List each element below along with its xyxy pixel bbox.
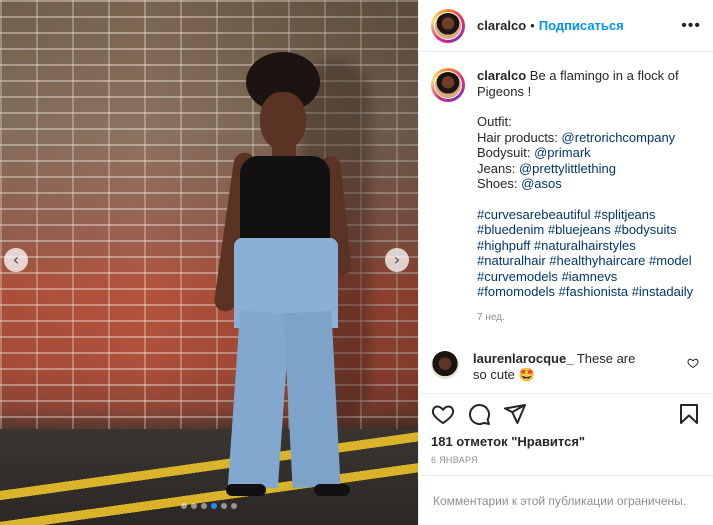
post-side-panel: claralco • Подписаться ••• claralco Be a… <box>418 0 713 525</box>
hashtag-link[interactable]: #instadaily <box>632 284 693 299</box>
hashtag-link[interactable]: #model <box>649 253 692 268</box>
jeans-left-leg <box>227 310 291 489</box>
caption-time-ago[interactable]: 7 нед. <box>477 310 699 326</box>
hashtag-link[interactable]: #naturalhair <box>477 253 546 268</box>
more-options-icon[interactable]: ••• <box>681 17 701 35</box>
commenter-avatar[interactable] <box>431 351 459 379</box>
caption-text: claralco Be a flamingo in a flock of Pig… <box>477 68 699 325</box>
comment-item: laurenlarocque_ These are so cute 🤩 <box>431 351 699 383</box>
comment-text: laurenlarocque_ These are so cute 🤩 <box>473 351 643 383</box>
comments-section: claralco Be a flamingo in a flock of Pig… <box>419 52 713 393</box>
right-shoe <box>314 484 350 496</box>
hashtag-link[interactable]: #bluejeans <box>548 222 611 237</box>
person-figure <box>180 52 353 512</box>
caption-username[interactable]: claralco <box>477 68 526 83</box>
follow-button[interactable]: Подписаться <box>539 18 624 33</box>
jeans-right-leg <box>283 310 341 489</box>
mention-link[interactable]: @prettylittlething <box>519 161 616 176</box>
carousel-indicator <box>0 503 418 509</box>
separator-dot: • <box>530 18 535 33</box>
hashtag-link[interactable]: #naturalhairstyles <box>534 238 636 253</box>
bookmark-icon[interactable] <box>677 402 701 426</box>
hashtag-link[interactable]: #curvesarebeautiful <box>477 207 590 222</box>
hashtag-link[interactable]: #curvemodels <box>477 269 558 284</box>
caption: claralco Be a flamingo in a flock of Pig… <box>431 68 699 325</box>
hashtag-link[interactable]: #bodysuits <box>614 222 676 237</box>
hashtag-link[interactable]: #iamnevs <box>562 269 618 284</box>
comments-disabled-notice: Комментарии к этой публикации ограничены… <box>419 475 713 525</box>
instagram-post-modal: ‹ › claralco • Подписаться ••• claralco … <box>0 0 713 525</box>
post-photo[interactable]: ‹ › <box>0 0 418 525</box>
carousel-dot <box>181 503 187 509</box>
left-shoe <box>226 484 266 496</box>
hashtag-link[interactable]: #fashionista <box>559 284 628 299</box>
carousel-dot <box>201 503 207 509</box>
commenter-username[interactable]: laurenlarocque_ <box>473 351 573 366</box>
hashtag-link[interactable]: #highpuff <box>477 238 530 253</box>
author-avatar[interactable] <box>431 8 465 43</box>
mention-link[interactable]: @retrorichcompany <box>562 130 676 145</box>
author-username[interactable]: claralco <box>477 18 526 33</box>
comment-icon[interactable] <box>467 402 491 426</box>
post-header: claralco • Подписаться ••• <box>419 0 713 52</box>
hashtag-link[interactable]: #bluedenim <box>477 222 544 237</box>
comment-heart-icon[interactable] <box>687 357 699 372</box>
hashtag-link[interactable]: #splitjeans <box>594 207 655 222</box>
black-bodysuit <box>240 156 330 244</box>
hashtag-link[interactable]: #fomomodels <box>477 284 555 299</box>
carousel-dot <box>191 503 197 509</box>
carousel-dot <box>211 503 217 509</box>
likes-count[interactable]: 181 отметок "Нравится" <box>419 433 713 451</box>
chevron-left-icon[interactable]: ‹ <box>4 248 28 272</box>
action-bar <box>419 393 713 433</box>
post-date[interactable]: 6 ЯНВАРЯ <box>419 451 713 475</box>
mention-link[interactable]: @asos <box>521 176 562 191</box>
share-icon[interactable] <box>503 402 527 426</box>
outfit-heading: Outfit: <box>477 114 512 129</box>
hashtag-link[interactable]: #healthyhaircare <box>549 253 645 268</box>
chevron-right-icon[interactable]: › <box>385 248 409 272</box>
mention-link[interactable]: @primark <box>534 145 591 160</box>
caption-avatar[interactable] <box>431 68 465 102</box>
star-struck-emoji: 🤩 <box>518 367 535 382</box>
heart-icon[interactable] <box>431 402 455 426</box>
carousel-dot <box>221 503 227 509</box>
carousel-dot <box>231 503 237 509</box>
